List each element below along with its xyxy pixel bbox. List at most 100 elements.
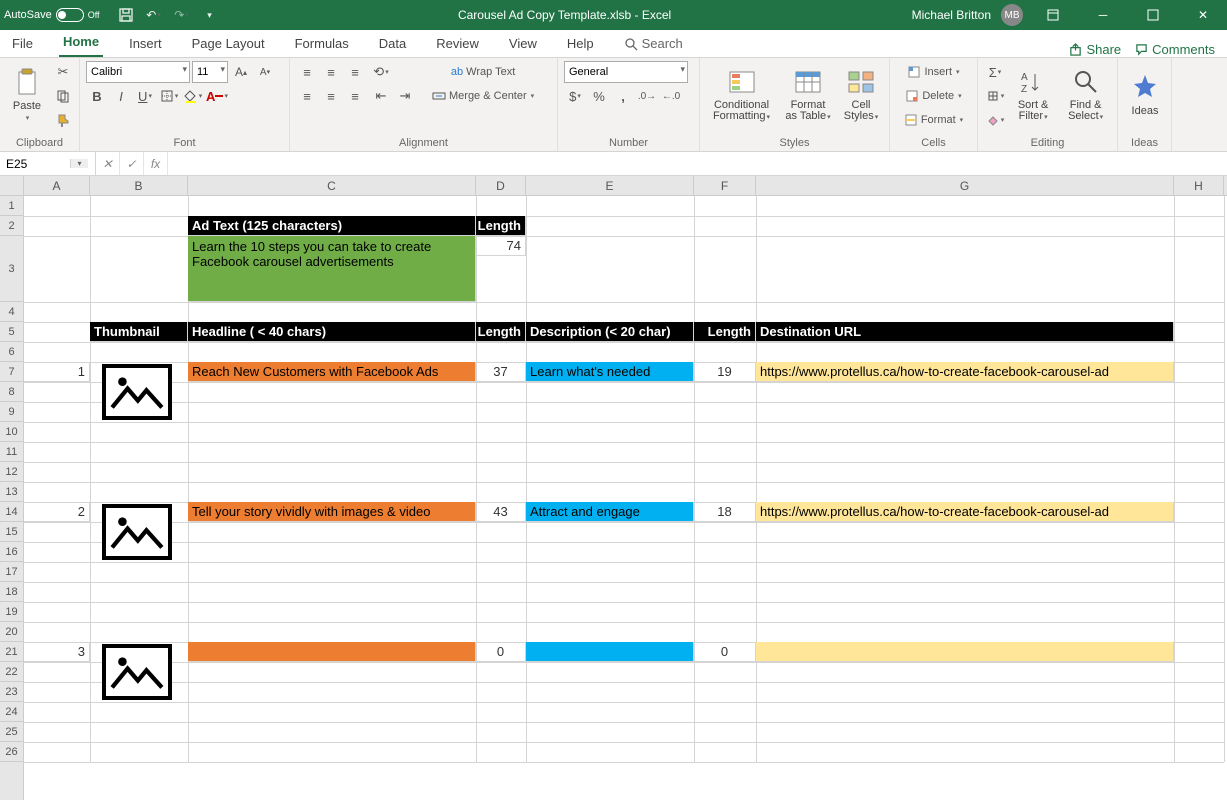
clear-icon[interactable]: ▾ [984,109,1006,131]
align-middle-icon[interactable]: ≡ [320,61,342,83]
align-right-icon[interactable]: ≡ [344,85,366,107]
row-header-7[interactable]: 7 [0,362,23,382]
row-header-16[interactable]: 16 [0,542,23,562]
save-icon[interactable] [118,7,134,23]
cell-dlen-1[interactable]: 19 [694,362,756,382]
tab-help[interactable]: Help [563,32,598,57]
font-size-select[interactable] [192,61,228,83]
enter-formula-icon[interactable]: ✓ [120,152,144,175]
maximize-icon[interactable] [1133,0,1173,30]
delete-cells-button[interactable]: Delete▾ [896,85,971,107]
cell-num-2[interactable]: 2 [24,502,90,522]
italic-icon[interactable]: I [110,85,132,107]
row-header-6[interactable]: 6 [0,342,23,362]
name-box[interactable] [0,157,70,171]
underline-icon[interactable]: U▾ [134,85,156,107]
cell-desc-2[interactable]: Attract and engage [526,502,694,522]
format-painter-icon[interactable] [52,109,74,131]
percent-icon[interactable]: % [588,85,610,107]
cell-hlen-2[interactable]: 43 [476,502,526,522]
cell-adtext[interactable]: Learn the 10 steps you can take to creat… [188,236,476,302]
row-header-24[interactable]: 24 [0,702,23,722]
fx-icon[interactable]: fx [144,152,168,175]
formula-input[interactable] [168,152,1227,175]
row-header-9[interactable]: 9 [0,402,23,422]
cell-headline-2[interactable]: Tell your story vividly with images & vi… [188,502,476,522]
bold-icon[interactable]: B [86,85,108,107]
cell-num-1[interactable]: 1 [24,362,90,382]
comma-icon[interactable]: , [612,85,634,107]
decrease-decimal-icon[interactable]: ←.0 [660,85,682,107]
redo-icon[interactable]: ↷▾ [174,7,190,23]
comments-button[interactable]: Comments [1135,42,1215,57]
orientation-icon[interactable]: ⟲▾ [370,61,392,83]
row-header-1[interactable]: 1 [0,196,23,216]
increase-decimal-icon[interactable]: .0→ [636,85,658,107]
row-header-2[interactable]: 2 [0,216,23,236]
tab-review[interactable]: Review [432,32,483,57]
cell-hdr-len[interactable]: Length [476,322,526,342]
wrap-text-button[interactable]: abWrap Text [428,61,538,83]
row-header-23[interactable]: 23 [0,682,23,702]
cancel-formula-icon[interactable]: ✕ [96,152,120,175]
copy-icon[interactable] [52,85,74,107]
tab-data[interactable]: Data [375,32,410,57]
undo-icon[interactable]: ↶▾ [146,7,162,23]
col-header-B[interactable]: B [90,176,188,195]
autosave-toggle[interactable]: AutoSave Off [4,8,100,22]
cell-dlen-3[interactable]: 0 [694,642,756,662]
col-header-C[interactable]: C [188,176,476,195]
cell-headline-3[interactable] [188,642,476,662]
format-as-table-button[interactable]: Format as Table▾ [781,61,835,127]
format-cells-button[interactable]: Format▾ [896,109,971,131]
user-avatar[interactable]: MB [1001,4,1023,26]
row-header-13[interactable]: 13 [0,482,23,502]
row-header-17[interactable]: 17 [0,562,23,582]
row-header-4[interactable]: 4 [0,302,23,322]
row-header-18[interactable]: 18 [0,582,23,602]
cell-url-1[interactable]: https://www.protellus.ca/how-to-create-f… [756,362,1174,382]
row-header-10[interactable]: 10 [0,422,23,442]
col-header-A[interactable]: A [24,176,90,195]
row-header-8[interactable]: 8 [0,382,23,402]
tab-formulas[interactable]: Formulas [291,32,353,57]
cell-hdr-len2[interactable]: Length [694,322,756,342]
name-box-dropdown[interactable]: ▾ [70,159,88,168]
insert-cells-button[interactable]: Insert▾ [896,61,971,83]
minimize-icon[interactable]: ─ [1083,0,1123,30]
col-header-D[interactable]: D [476,176,526,195]
ribbon-display-icon[interactable] [1033,0,1073,30]
cell-hlen-3[interactable]: 0 [476,642,526,662]
decrease-font-icon[interactable]: A▾ [254,61,276,83]
cell-dlen-2[interactable]: 18 [694,502,756,522]
col-header-E[interactable]: E [526,176,694,195]
tab-home[interactable]: Home [59,30,103,57]
cell-len-hdr[interactable]: Length [476,216,526,236]
autosum-icon[interactable]: Σ▾ [984,61,1006,83]
row-header-25[interactable]: 25 [0,722,23,742]
cell-hdr-thumb[interactable]: Thumbnail [90,322,188,342]
search-tab[interactable]: Search [620,32,687,57]
tab-insert[interactable]: Insert [125,32,166,57]
cell-hdr-headline[interactable]: Headline ( < 40 chars) [188,322,476,342]
cell-num-3[interactable]: 3 [24,642,90,662]
thumbnail-placeholder-3[interactable] [102,644,172,700]
font-name-select[interactable] [86,61,190,83]
select-all-corner[interactable] [0,176,24,196]
cell-desc-3[interactable] [526,642,694,662]
align-top-icon[interactable]: ≡ [296,61,318,83]
number-format-select[interactable] [564,61,688,83]
accounting-icon[interactable]: $▾ [564,85,586,107]
align-left-icon[interactable]: ≡ [296,85,318,107]
col-header-F[interactable]: F [694,176,756,195]
sort-filter-button[interactable]: AZ Sort & Filter▾ [1010,61,1056,127]
cell-desc-1[interactable]: Learn what's needed [526,362,694,382]
row-header-12[interactable]: 12 [0,462,23,482]
find-select-button[interactable]: Find & Select▾ [1060,61,1111,127]
cell-adtext-len[interactable]: 74 [476,236,526,256]
conditional-formatting-button[interactable]: Conditional Formatting▾ [706,61,777,127]
thumbnail-placeholder-2[interactable] [102,504,172,560]
row-header-22[interactable]: 22 [0,662,23,682]
row-header-15[interactable]: 15 [0,522,23,542]
tab-page-layout[interactable]: Page Layout [188,32,269,57]
